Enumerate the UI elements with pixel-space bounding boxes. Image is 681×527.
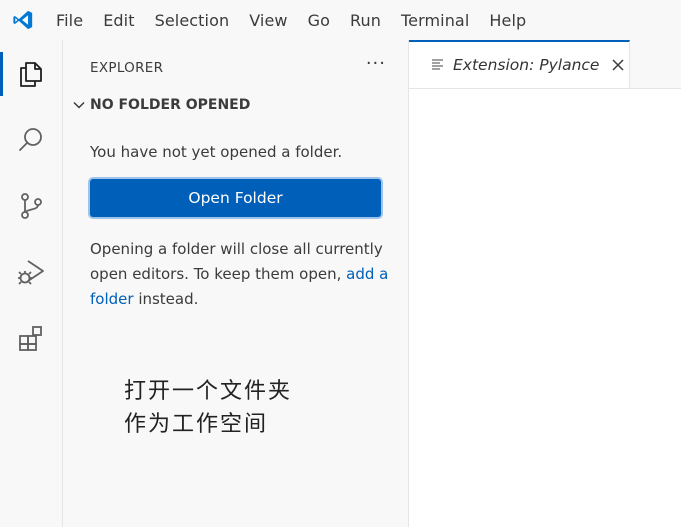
explorer-icon[interactable] <box>0 46 62 102</box>
section-title: NO FOLDER OPENED <box>90 97 251 113</box>
editor-tabs: Extension: Pylance <box>409 40 681 89</box>
annotation-text: 打开一个文件夹 作为工作空间 <box>124 375 354 441</box>
menu-file[interactable]: File <box>46 0 93 40</box>
close-icon[interactable] <box>611 58 625 72</box>
menu-terminal[interactable]: Terminal <box>391 0 479 40</box>
explorer-sidebar: EXPLORER ··· NO FOLDER OPENED You have n… <box>63 40 409 527</box>
open-folder-button[interactable]: Open Folder <box>90 179 381 217</box>
menu-view[interactable]: View <box>239 0 297 40</box>
menu-go[interactable]: Go <box>298 0 340 40</box>
info-message: Opening a folder will close all currentl… <box>90 237 390 312</box>
menu-run[interactable]: Run <box>340 0 391 40</box>
sidebar-title: EXPLORER <box>90 60 164 76</box>
annotation-line-2: 作为工作空间 <box>124 412 269 437</box>
extensions-icon[interactable] <box>0 310 62 366</box>
menu-help[interactable]: Help <box>479 0 536 40</box>
activity-bar <box>0 40 63 527</box>
search-icon[interactable] <box>0 112 62 168</box>
more-actions-icon[interactable]: ··· <box>366 53 386 74</box>
menu-edit[interactable]: Edit <box>93 0 144 40</box>
preview-icon <box>432 59 443 70</box>
menu-selection[interactable]: Selection <box>145 0 240 40</box>
vscode-logo-icon <box>0 0 46 40</box>
menu-bar: File Edit Selection View Go Run Terminal… <box>0 0 681 40</box>
source-control-icon[interactable] <box>0 178 62 234</box>
run-debug-icon[interactable] <box>0 244 62 300</box>
tab-label: Extension: Pylance <box>453 56 600 74</box>
no-folder-section-header[interactable]: NO FOLDER OPENED <box>70 96 250 114</box>
no-folder-message: You have not yet opened a folder. <box>90 143 343 161</box>
editor-area[interactable] <box>409 89 681 527</box>
annotation-line-1: 打开一个文件夹 <box>124 379 293 404</box>
info-text: Opening a folder will close all currentl… <box>90 240 383 283</box>
tab-extension-pylance[interactable]: Extension: Pylance <box>409 40 630 88</box>
info-text-end: instead. <box>133 290 199 308</box>
chevron-down-icon <box>73 101 85 109</box>
